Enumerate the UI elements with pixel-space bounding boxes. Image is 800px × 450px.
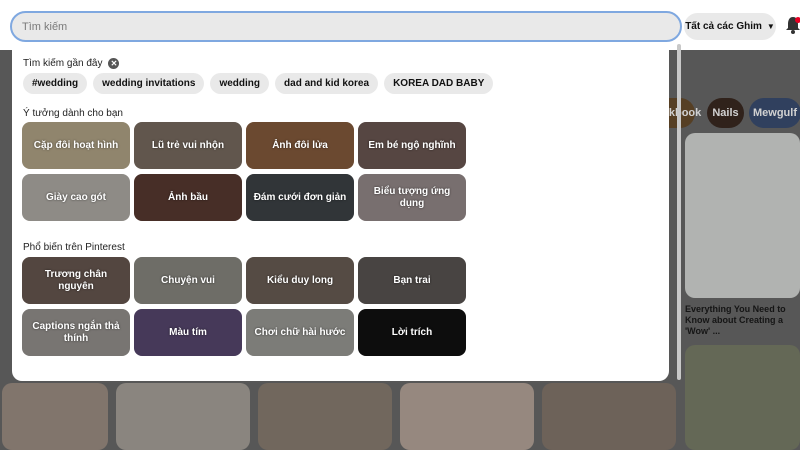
idea-tile[interactable]: Cặp đôi hoạt hình [22,122,130,169]
recent-search-chip[interactable]: wedding [210,73,270,94]
idea-tile[interactable]: Biểu tượng ứng dụng [358,174,466,221]
search-bar[interactable] [10,11,682,42]
popular-tile[interactable]: Bạn trai [358,257,466,304]
idea-tile-label: Giày cao gót [45,191,106,203]
idea-tile[interactable]: Ảnh bầu [134,174,242,221]
recent-search-chip[interactable]: wedding invitations [93,73,205,94]
idea-tile[interactable]: Lũ trẻ vui nhộn [134,122,242,169]
popular-tile[interactable]: Trương chân nguyên [22,257,130,304]
idea-tile-label: Lũ trẻ vui nhộn [151,139,225,151]
recent-search-chip[interactable]: dad and kid korea [275,73,379,94]
idea-tile[interactable]: Ảnh đôi lửa [246,122,354,169]
search-scope-label: Tất cả các Ghim [685,21,762,32]
bell-icon[interactable] [786,16,800,34]
idea-tile-label: Cặp đôi hoạt hình [33,139,119,151]
popular-title: Phổ biến trên Pinterest [23,242,125,253]
popular-tile[interactable]: Màu tím [134,309,242,356]
idea-tile-label: Ảnh đôi lửa [272,139,328,151]
popular-grid: Trương chân nguyên Chuyện vui Kiểu duy l… [22,257,466,356]
popular-tile-label: Trương chân nguyên [44,268,108,292]
popular-tile-label: Kiểu duy long [266,274,334,286]
popular-tile-label: Lời trích [391,326,433,338]
idea-tile-label: Biểu tượng ứng dụng [373,185,451,209]
ideas-title: Ý tưởng dành cho bạn [23,108,123,119]
popular-tile[interactable]: Lời trích [358,309,466,356]
recent-search-chip[interactable]: KOREA DAD BABY [384,73,494,94]
ideas-grid: Cặp đôi hoạt hình Lũ trẻ vui nhộn Ảnh đô… [22,122,466,221]
panel-scrollbar[interactable] [677,44,681,380]
popular-tile[interactable]: Captions ngắn thả thính [22,309,130,356]
popular-tile-label: Màu tím [169,326,207,338]
clear-recent-icon[interactable]: ✕ [108,58,120,69]
search-scope-dropdown[interactable]: Tất cả các Ghim ▼ [684,13,776,40]
popular-tile[interactable]: Kiểu duy long [246,257,354,304]
popular-tile-label: Captions ngắn thả thính [32,320,120,344]
idea-tile-label: Em bé ngộ nghĩnh [368,139,456,151]
popular-tile[interactable]: Chuyện vui [134,257,242,304]
recent-searches-list: #wedding wedding invitations wedding dad… [23,73,494,94]
popular-tile-label: Bạn trai [393,274,431,286]
popular-tile-label: Chơi chữ hài hước [254,326,346,338]
idea-tile-label: Đám cưới đơn giản [253,191,347,203]
idea-tile[interactable]: Đám cưới đơn giản [246,174,354,221]
recent-search-chip[interactable]: #wedding [23,73,88,94]
idea-tile[interactable]: Giày cao gót [22,174,130,221]
idea-tile[interactable]: Em bé ngộ nghĩnh [358,122,466,169]
search-input[interactable] [22,20,680,33]
chevron-down-icon: ▼ [766,22,775,31]
recent-searches-title: Tìm kiếm gần đây [23,58,103,69]
popular-tile-label: Chuyện vui [161,274,215,286]
recent-searches-header: Tìm kiếm gần đây ✕ [23,58,120,69]
popular-tile[interactable]: Chơi chữ hài hước [246,309,354,356]
idea-tile-label: Ảnh bầu [168,191,208,203]
search-suggestions-panel: Tìm kiếm gần đây ✕ #wedding wedding invi… [12,44,669,381]
